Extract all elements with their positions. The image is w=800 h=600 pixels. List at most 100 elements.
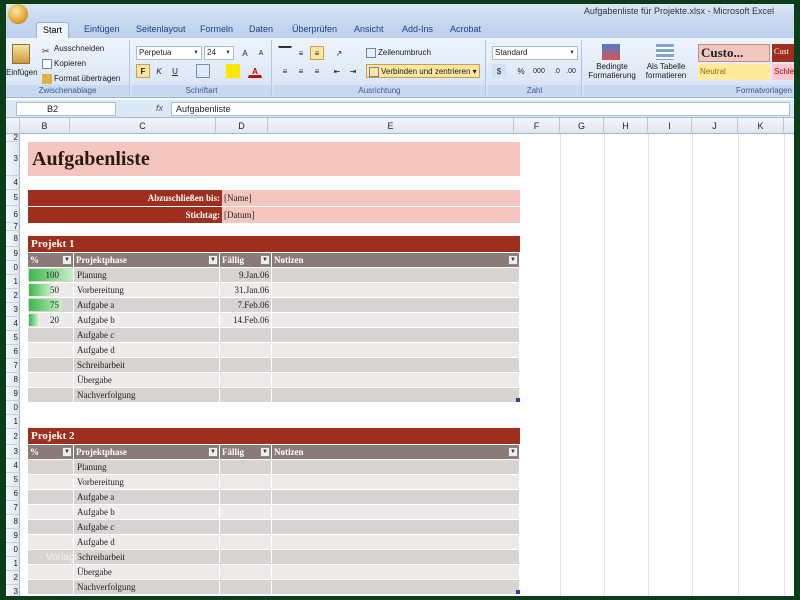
notes-cell[interactable]	[272, 475, 520, 489]
notes-cell[interactable]	[272, 580, 520, 594]
row-header[interactable]: 8	[6, 373, 20, 387]
row-header[interactable]: 7	[6, 359, 20, 373]
table-row[interactable]: Nachverfolgung	[28, 388, 520, 402]
row-header[interactable]: 0	[6, 261, 20, 275]
align-top-icon[interactable]	[278, 46, 292, 60]
cut-button[interactable]: ✂ Ausschneiden	[42, 42, 104, 56]
row-header[interactable]: 3	[6, 445, 20, 459]
table-row[interactable]: Aufgabe d	[28, 343, 520, 357]
number-format-combo[interactable]: Standard ▼	[492, 46, 578, 60]
orientation-icon[interactable]: ↗	[332, 46, 346, 60]
percent-cell[interactable]	[28, 460, 74, 474]
merge-center-button[interactable]: Verbinden und zentrieren ▾	[366, 64, 480, 78]
filter-dropdown-icon[interactable]: ▼	[62, 255, 72, 265]
column-header-j[interactable]: J	[692, 118, 738, 134]
due-cell[interactable]	[220, 373, 272, 387]
notes-cell[interactable]	[272, 550, 520, 564]
notes-cell[interactable]	[272, 343, 520, 357]
row-header[interactable]: 7	[6, 501, 20, 515]
phase-cell[interactable]: Aufgabe c	[74, 328, 220, 342]
copy-button[interactable]: Kopieren	[42, 57, 86, 71]
row-header[interactable]: 8	[6, 231, 20, 247]
column-header-b[interactable]: B	[20, 118, 70, 134]
table-resize-handle[interactable]	[516, 590, 520, 594]
filter-dropdown-icon[interactable]: ▼	[260, 255, 270, 265]
percent-cell[interactable]: 20	[28, 313, 74, 327]
table-row[interactable]: Planung	[28, 460, 520, 474]
due-cell[interactable]	[220, 535, 272, 549]
filter-dropdown-icon[interactable]: ▼	[62, 447, 72, 457]
table-resize-handle[interactable]	[516, 398, 520, 402]
percent-cell[interactable]	[28, 475, 74, 489]
phase-cell[interactable]: Planung	[74, 268, 220, 282]
due-cell[interactable]: 31.Jan.06	[220, 283, 272, 297]
filter-dropdown-icon[interactable]: ▼	[208, 255, 218, 265]
notes-cell[interactable]	[272, 505, 520, 519]
filter-dropdown-icon[interactable]: ▼	[260, 447, 270, 457]
wrap-text-button[interactable]: Zeilenumbruch	[366, 46, 431, 60]
table-row[interactable]: Aufgabe a	[28, 490, 520, 504]
indent-increase-icon[interactable]: ⇥	[346, 64, 360, 78]
align-bottom-icon[interactable]: ≡	[310, 46, 324, 60]
bold-button[interactable]: F	[136, 64, 150, 78]
tab-page-layout[interactable]: Seitenlayout	[130, 22, 192, 38]
table-row[interactable]: Nachverfolgung	[28, 580, 520, 594]
percent-cell[interactable]: 50	[28, 283, 74, 297]
table-row[interactable]: Schreibarbeit	[28, 550, 520, 564]
tab-view[interactable]: Ansicht	[348, 22, 390, 38]
percent-cell[interactable]	[28, 388, 74, 402]
grow-font-button[interactable]: A	[238, 46, 252, 60]
column-header-f[interactable]: F	[514, 118, 560, 134]
align-middle-icon[interactable]: ≡	[294, 46, 308, 60]
phase-cell[interactable]: Nachverfolgung	[74, 580, 220, 594]
percent-button[interactable]: %	[514, 64, 528, 78]
row-header[interactable]: 3	[6, 585, 20, 596]
percent-cell[interactable]	[28, 328, 74, 342]
italic-button[interactable]: K	[152, 64, 166, 78]
notes-cell[interactable]	[272, 535, 520, 549]
row-header[interactable]: 3	[6, 303, 20, 317]
column-header-k[interactable]: K	[738, 118, 784, 134]
sheet-title-cell[interactable]: Aufgabenliste	[28, 142, 520, 176]
notes-cell[interactable]	[272, 358, 520, 372]
font-name-combo[interactable]: Perpetua ▼	[136, 46, 202, 60]
row-header[interactable]: 4	[6, 459, 20, 473]
notes-cell[interactable]	[272, 520, 520, 534]
due-cell[interactable]: 14.Feb.06	[220, 313, 272, 327]
row-header[interactable]: 6	[6, 206, 20, 223]
phase-cell[interactable]: Aufgabe d	[74, 343, 220, 357]
due-cell[interactable]	[220, 460, 272, 474]
fill-color-button[interactable]	[226, 64, 240, 78]
phase-cell[interactable]: Vorbereitung	[74, 475, 220, 489]
row-header[interactable]: 5	[6, 473, 20, 487]
notes-cell[interactable]	[272, 283, 520, 297]
paste-icon[interactable]	[12, 44, 30, 64]
deadline-value[interactable]: [Datum]	[222, 207, 520, 223]
phase-cell[interactable]: Aufgabe c	[74, 520, 220, 534]
filter-dropdown-icon[interactable]: ▼	[508, 255, 518, 265]
format-as-table-button[interactable]: Als Tabelle formatieren	[642, 62, 690, 80]
formula-input[interactable]: Aufgabenliste	[171, 102, 790, 116]
notes-cell[interactable]	[272, 328, 520, 342]
notes-cell[interactable]	[272, 490, 520, 504]
due-cell[interactable]	[220, 388, 272, 402]
row-header[interactable]: 9	[6, 387, 20, 401]
row-header[interactable]: 2	[6, 289, 20, 303]
due-cell[interactable]: 9.Jan.06	[220, 268, 272, 282]
row-header[interactable]: 3	[6, 142, 20, 176]
row-header[interactable]: 6	[6, 345, 20, 359]
currency-icon[interactable]: $	[492, 64, 506, 78]
office-button[interactable]	[8, 4, 28, 24]
due-cell[interactable]	[220, 565, 272, 579]
style-custom[interactable]: Custo...	[698, 44, 770, 62]
align-right-icon[interactable]: ≡	[310, 64, 324, 78]
filter-dropdown-icon[interactable]: ▼	[208, 447, 218, 457]
table-row[interactable]: Übergabe	[28, 565, 520, 579]
style-neutral[interactable]: Neutral	[698, 64, 770, 80]
due-cell[interactable]	[220, 343, 272, 357]
row-header[interactable]: 8	[6, 515, 20, 529]
row-header[interactable]: 5	[6, 190, 20, 206]
table-row[interactable]: Aufgabe d	[28, 535, 520, 549]
phase-cell[interactable]: Übergabe	[74, 373, 220, 387]
format-painter-button[interactable]: Format übertragen	[42, 72, 120, 86]
